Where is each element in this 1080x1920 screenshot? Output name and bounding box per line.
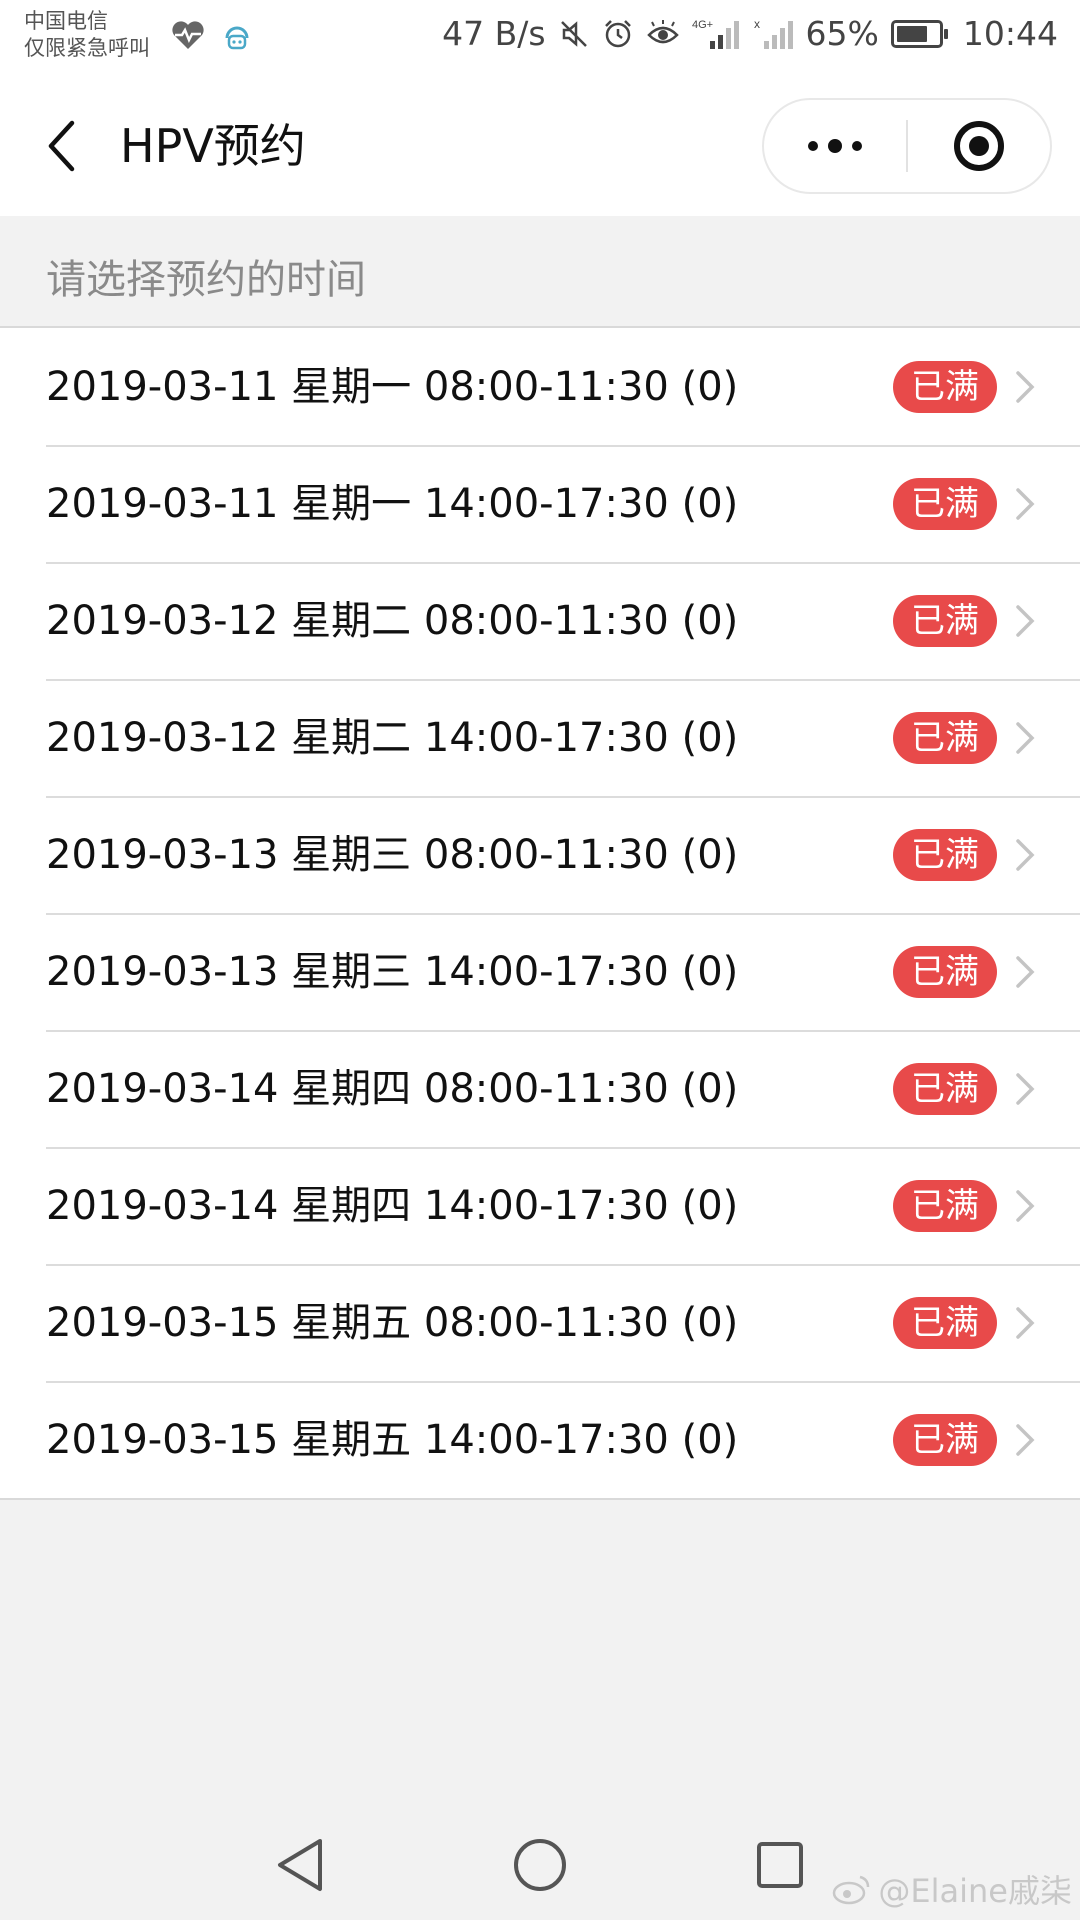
chevron-right-icon — [1012, 1420, 1038, 1460]
status-badge: 已满 — [893, 1296, 997, 1349]
square-recents-icon — [757, 1842, 803, 1888]
watermark-text: @Elaine戚柒 — [878, 1872, 1072, 1910]
time-slot-row[interactable]: 2019-03-13 星期三 08:00-11:30 (0) 已满 — [0, 796, 1080, 913]
section-header: 请选择预约的时间 — [0, 216, 1080, 328]
status-badge: 已满 — [893, 1179, 997, 1232]
time-slot-label: 2019-03-12 星期二 14:00-17:30 (0) — [46, 714, 739, 761]
signal-no-sim-icon: x — [754, 17, 794, 51]
more-dots-icon — [808, 139, 862, 153]
system-home-button[interactable] — [505, 1830, 575, 1900]
section-header-label: 请选择预约的时间 — [46, 257, 366, 303]
status-left-icons — [170, 18, 254, 56]
chevron-right-icon — [1012, 1303, 1038, 1343]
eye-comfort-icon — [646, 19, 680, 49]
time-slot-row[interactable]: 2019-03-15 星期五 14:00-17:30 (0) 已满 — [0, 1381, 1080, 1498]
carrier-name: 中国电信 — [24, 9, 108, 33]
time-slot-row[interactable]: 2019-03-12 星期二 08:00-11:30 (0) 已满 — [0, 562, 1080, 679]
time-slot-row[interactable]: 2019-03-11 星期一 08:00-11:30 (0) 已满 — [0, 328, 1080, 445]
chevron-right-icon — [1012, 1186, 1038, 1226]
close-miniprogram-button[interactable] — [908, 100, 1050, 192]
nav-bar: HPV预约 — [0, 74, 1080, 216]
time-slot-row[interactable]: 2019-03-14 星期四 08:00-11:30 (0) 已满 — [0, 1030, 1080, 1147]
chevron-right-icon — [1012, 367, 1038, 407]
carrier-info: 中国电信 仅限紧急呼叫 — [24, 8, 150, 62]
chevron-right-icon — [1012, 718, 1038, 758]
circle-home-icon — [514, 1839, 566, 1891]
signal-4g-icon: 4G+ — [692, 17, 742, 51]
time-slot-label: 2019-03-14 星期四 08:00-11:30 (0) — [46, 1065, 739, 1112]
page-title: HPV预约 — [120, 119, 306, 173]
battery-icon — [890, 19, 948, 48]
battery-percent: 65% — [805, 14, 879, 53]
miniprogram-capsule — [762, 98, 1052, 194]
system-nav-bar: @Elaine戚柒 — [0, 1800, 1080, 1920]
status-badge: 已满 — [893, 594, 997, 647]
status-badge: 已满 — [893, 945, 997, 998]
status-right: 47 B/s 4G+ x 65% 10:44 — [442, 14, 1058, 53]
system-recents-button[interactable] — [745, 1830, 815, 1900]
time-slot-label: 2019-03-15 星期五 08:00-11:30 (0) — [46, 1299, 739, 1346]
watermark: @Elaine戚柒 — [832, 1866, 1072, 1912]
status-badge: 已满 — [893, 360, 997, 413]
system-back-button[interactable] — [265, 1830, 335, 1900]
time-slot-row[interactable]: 2019-03-12 星期二 14:00-17:30 (0) 已满 — [0, 679, 1080, 796]
status-badge: 已满 — [893, 828, 997, 881]
time-slot-label: 2019-03-13 星期三 08:00-11:30 (0) — [46, 831, 739, 878]
time-slot-row[interactable]: 2019-03-15 星期五 08:00-11:30 (0) 已满 — [0, 1264, 1080, 1381]
chevron-right-icon — [1012, 1069, 1038, 1109]
chevron-right-icon — [1012, 601, 1038, 641]
chevron-left-icon — [48, 120, 75, 172]
mute-icon — [558, 18, 590, 50]
time-slot-label: 2019-03-12 星期二 08:00-11:30 (0) — [46, 597, 739, 644]
status-badge: 已满 — [893, 711, 997, 764]
chevron-right-icon — [1012, 484, 1038, 524]
triangle-back-icon — [278, 1839, 322, 1891]
time-slot-label: 2019-03-13 星期三 14:00-17:30 (0) — [46, 948, 739, 995]
time-slot-row[interactable]: 2019-03-13 星期三 14:00-17:30 (0) 已满 — [0, 913, 1080, 1030]
chevron-right-icon — [1012, 835, 1038, 875]
alarm-icon — [602, 18, 634, 50]
time-slot-label: 2019-03-15 星期五 14:00-17:30 (0) — [46, 1416, 739, 1463]
net-speed: 47 B/s — [442, 14, 546, 53]
status-badge: 已满 — [893, 1062, 997, 1115]
status-badge: 已满 — [893, 1413, 997, 1466]
weibo-icon — [833, 1875, 870, 1905]
more-button[interactable] — [764, 100, 906, 192]
status-badge: 已满 — [893, 477, 997, 530]
clock: 10:44 — [962, 14, 1058, 53]
chevron-right-icon — [1012, 952, 1038, 992]
time-slot-label: 2019-03-11 星期一 08:00-11:30 (0) — [46, 363, 739, 410]
assistant-icon — [220, 18, 254, 56]
time-slot-row[interactable]: 2019-03-14 星期四 14:00-17:30 (0) 已满 — [0, 1147, 1080, 1264]
back-button[interactable] — [36, 114, 86, 178]
carrier-status: 仅限紧急呼叫 — [24, 36, 150, 60]
target-close-icon — [954, 121, 1004, 171]
svg-text:4G+: 4G+ — [692, 19, 713, 31]
time-slot-row[interactable]: 2019-03-11 星期一 14:00-17:30 (0) 已满 — [0, 445, 1080, 562]
time-slot-list: 2019-03-11 星期一 08:00-11:30 (0) 已满 2019-0… — [0, 328, 1080, 1500]
heart-rate-icon — [170, 19, 206, 55]
time-slot-label: 2019-03-14 星期四 14:00-17:30 (0) — [46, 1182, 739, 1229]
svg-text:x: x — [754, 17, 760, 31]
status-bar: 中国电信 仅限紧急呼叫 47 B/s 4G+ x 65% 10:44 — [0, 0, 1080, 74]
time-slot-label: 2019-03-11 星期一 14:00-17:30 (0) — [46, 480, 739, 527]
